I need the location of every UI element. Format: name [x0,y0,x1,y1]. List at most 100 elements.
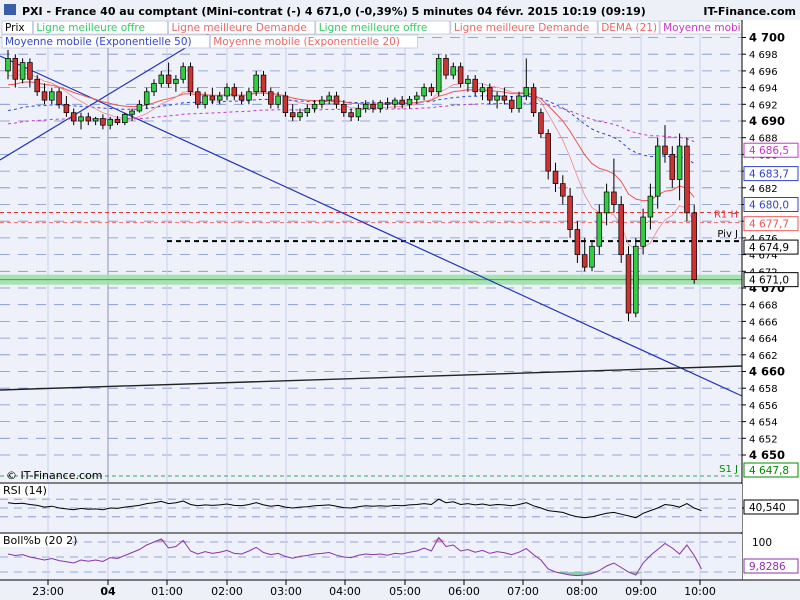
candle-body [545,133,551,172]
price-tag-label: 4 680,0 [749,200,789,212]
rsi-value-label: 40,540 [749,502,786,514]
candle-body [567,195,573,230]
time-tick-label: 03:00 [270,585,302,598]
price-axis: 4 650 4 652 4 654 4 656 4 658 4 660 4 662 4 664… [741,20,800,580]
watermark: © IT-Finance.com [6,469,103,482]
candle-body [56,91,62,105]
candle-body [85,116,92,122]
price-tick-label: 4 668 [749,301,778,312]
candle-body [560,183,566,197]
candle-body [633,245,639,314]
candle-body [78,116,84,122]
candle-body [100,118,106,126]
candle-body [362,103,369,109]
candle-body [260,74,267,93]
candle-body [70,112,77,122]
legend-item-label: DEMA (21) [601,22,657,34]
candle-body [406,98,413,105]
candle-body [691,212,697,281]
price-tick-label: 4 698 [749,50,778,61]
candle-body [399,99,405,105]
legend-item-label: Ligne meilleure Demande [454,22,589,34]
price-tick-label: 4 660 [749,365,785,379]
time-tick-label: 05:00 [389,585,421,598]
chart-header-title: PXI - France 40 au comptant (Mini-contra… [22,5,646,18]
candle-body [143,91,150,105]
candle-body [581,254,588,268]
price-tag-label: 4 677,7 [749,219,789,231]
candle-body [319,99,325,105]
candle-body [238,95,245,101]
legend-item-label: Moyenne mobile (Exponentielle 50) [5,36,192,48]
candle-body [268,91,274,105]
candle-body [195,91,201,105]
candle-body [596,212,603,247]
candle-body [180,66,186,80]
candle-body [654,145,661,197]
rsi-title: RSI (14) [3,484,47,497]
candle-body [202,95,208,105]
time-tick-label: 10:00 [684,585,716,598]
candle-body [414,95,420,100]
candle-body [355,108,362,118]
candle-body [552,170,559,184]
legend-item-label: Prix [5,22,25,34]
candle-body [523,87,530,97]
price-tick-label: 4 694 [749,84,778,95]
candle-body [19,62,26,80]
candle-body [662,145,668,155]
pivot-label: Piv J [717,229,738,240]
candle-body [311,103,318,109]
time-tick-label: 08:00 [566,585,598,598]
candle-body [465,78,471,84]
price-tick-label: 4 666 [749,317,778,328]
candle-body [231,87,238,97]
s1-label: S1 J [719,464,738,475]
candle-body [647,195,654,218]
legend-item-label: Ligne meilleure Demande [172,22,307,34]
candle-body [289,112,296,118]
price-tick-label: 4 656 [749,401,778,412]
candle-body [611,191,617,205]
candle-body [92,118,99,122]
time-tick-label: 02:00 [211,585,243,598]
candle-body [12,58,19,80]
candle-body [377,102,384,109]
chart-frame: PXI - France 40 au comptant (Mini-contra… [0,0,800,600]
candle-body [187,66,194,93]
candle-body [49,91,55,101]
candle-body [421,87,427,97]
candle-body [574,229,581,255]
time-tick-label: 06:00 [448,585,480,598]
candle-body [341,103,347,114]
candle-body [41,91,48,101]
candle-body [136,103,143,112]
price-tick-label: 4 664 [749,334,778,345]
candle-body [275,95,281,105]
price-tag-label: 4 686,5 [749,145,789,157]
boll-tick-label: 100 [752,537,772,549]
candle-body [27,62,33,80]
legend-item-label: Moyenne mobile (Exponentielle 20) [213,36,400,48]
time-tick-label: 23:00 [32,585,64,598]
candle-body [158,74,165,84]
time-tick-label: 04:00 [329,585,361,598]
candle-body [384,102,391,105]
candle-body [435,58,442,93]
candle-body [326,95,332,101]
candle-body [538,112,544,134]
candle-body [370,103,376,109]
price-tick-label: 4 654 [749,418,778,429]
time-tick-label: 07:00 [507,585,539,598]
candle-body [640,216,646,247]
candle-body [516,95,522,109]
candle-body [487,87,493,101]
candle-body [63,103,70,114]
time-tick-label: 09:00 [625,585,657,598]
rsi-pane: RSI (14) [0,484,742,532]
brand-label: IT-Finance.com [703,5,796,18]
price-tag-label: 4 647,8 [749,465,789,477]
price-tag-label: 4 671,0 [749,275,789,287]
candle-body [479,87,486,93]
boll-pane: Boll%b (20 2) [0,534,742,580]
